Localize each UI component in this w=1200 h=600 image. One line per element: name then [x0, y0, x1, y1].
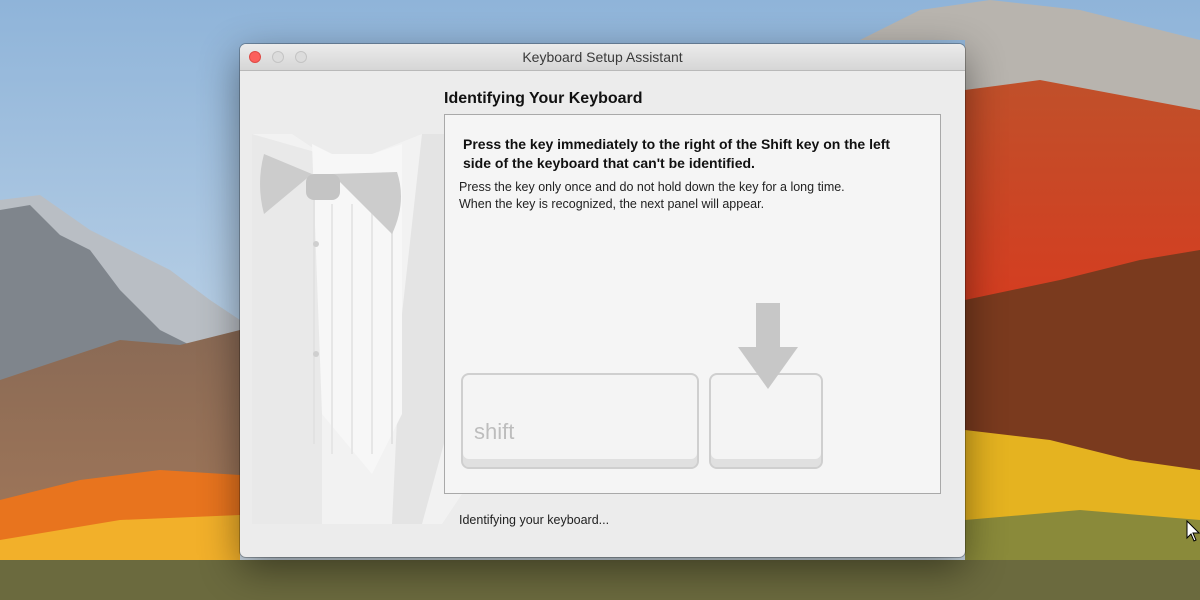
shift-key-label: shift: [474, 419, 515, 444]
window-title: Keyboard Setup Assistant: [522, 49, 683, 65]
instruction-line-2: side of the keyboard that can't be ident…: [463, 155, 755, 171]
detail-line-2: When the key is recognized, the next pan…: [459, 197, 765, 211]
shift-key: shift: [461, 373, 699, 469]
detail-text: Press the key only once and do not hold …: [459, 179, 929, 213]
detail-line-1: Press the key only once and do not hold …: [459, 180, 845, 194]
down-arrow-icon: [738, 303, 798, 389]
instruction-text: Press the key immediately to the right o…: [463, 135, 933, 173]
keyboard-setup-window: Keyboard Setup Assistant Identifying You…: [240, 44, 965, 557]
page-title: Identifying Your Keyboard: [444, 90, 643, 107]
instruction-panel: Press the key immediately to the right o…: [444, 114, 941, 494]
title-bar[interactable]: Keyboard Setup Assistant: [240, 44, 965, 71]
mouse-pointer-icon: [1186, 520, 1200, 542]
instruction-line-1: Press the key immediately to the right o…: [463, 136, 891, 152]
status-text: Identifying your keyboard...: [459, 513, 610, 527]
